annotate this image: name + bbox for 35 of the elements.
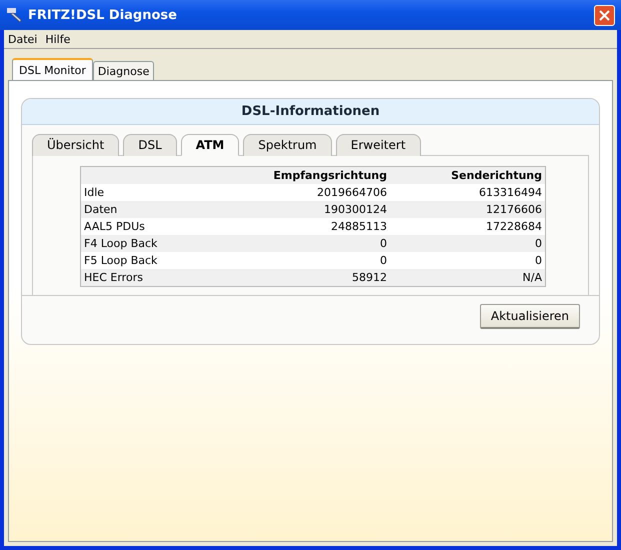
tab[interactable]: Übersicht (32, 134, 120, 156)
close-button[interactable] (594, 4, 615, 26)
table-cell: 190300124 (245, 201, 390, 218)
table-cell: AAL5 PDUs (81, 218, 245, 235)
table-cell: 24885113 (245, 218, 390, 235)
table-cell: Daten (81, 201, 245, 218)
table-cell: 0 (390, 252, 545, 269)
table-cell: HEC Errors (81, 269, 245, 286)
table-cell: 17228684 (390, 218, 545, 235)
table-cell: F4 Loop Back (81, 235, 245, 252)
tab[interactable]: Diagnose (92, 61, 154, 80)
close-icon (599, 10, 610, 20)
tab[interactable]: DSL Monitor (12, 58, 93, 80)
window-title: FRITZ!DSL Diagnose (28, 8, 178, 22)
tool-icon (6, 7, 22, 23)
table-cell: 0 (390, 235, 545, 252)
table-cell: 58912 (245, 269, 390, 286)
tab[interactable]: DSL (123, 134, 177, 156)
column-header: Senderichtung (390, 167, 545, 184)
tab[interactable]: ATM (180, 134, 240, 156)
tab[interactable]: Erweitert (336, 134, 421, 156)
card-title: DSL-Informationen (22, 99, 599, 125)
menu-item[interactable]: Hilfe (41, 32, 74, 46)
table-cell: Idle (81, 184, 245, 201)
table-cell: 12176606 (390, 201, 545, 218)
menu-item[interactable]: Datei (4, 32, 42, 46)
tab[interactable]: Spektrum (243, 134, 332, 156)
table-cell: 0 (245, 235, 390, 252)
refresh-button[interactable]: Aktualisieren (480, 304, 580, 329)
table-cell: 613316494 (390, 184, 545, 201)
table-cell: F5 Loop Back (81, 252, 245, 269)
table-cell: 0 (245, 252, 390, 269)
table-cell: 2019664706 (245, 184, 390, 201)
column-header: Empfangsrichtung (245, 167, 390, 184)
table-cell: N/A (390, 269, 545, 286)
